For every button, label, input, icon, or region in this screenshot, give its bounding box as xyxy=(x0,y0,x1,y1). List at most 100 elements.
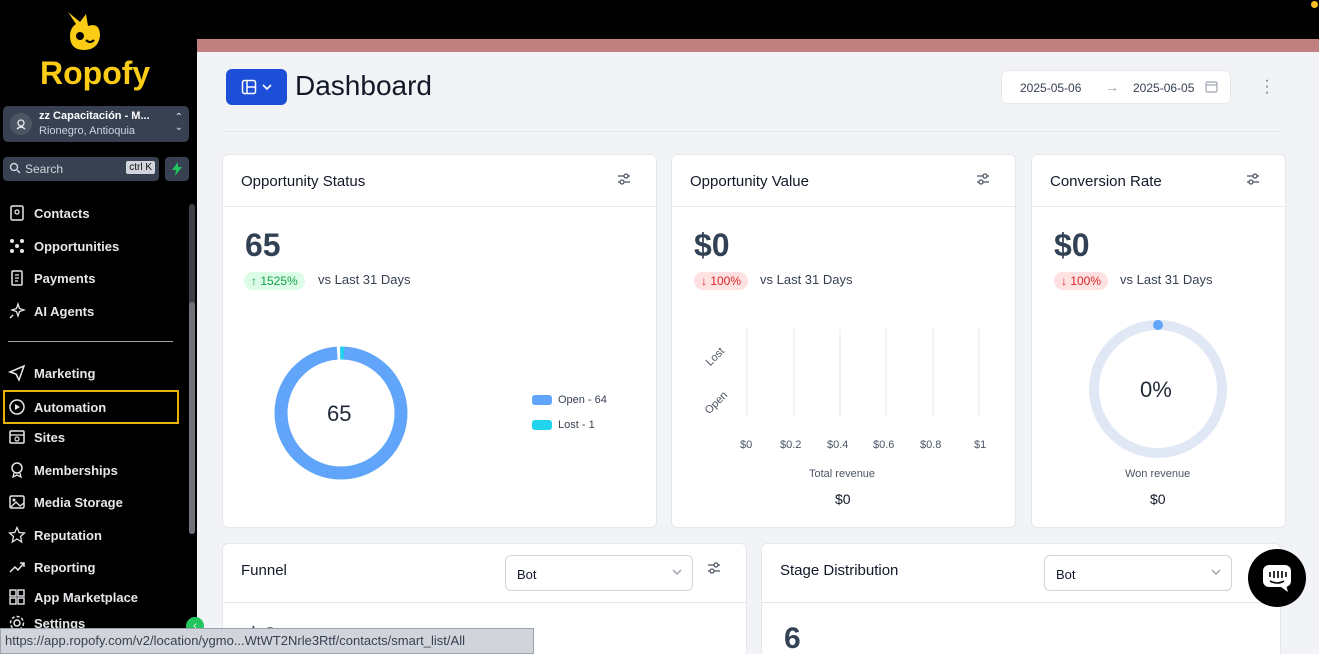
search-input[interactable]: Search ctrl K xyxy=(3,157,159,181)
sidebar-item-app-marketplace[interactable]: App Marketplace xyxy=(8,587,138,607)
card-title: Opportunity Value xyxy=(690,173,809,190)
sidebar-item-contacts[interactable]: Contacts xyxy=(8,201,90,225)
change-badge: ↑ 1525% xyxy=(244,272,305,290)
image-icon xyxy=(9,495,25,509)
location-switcher[interactable]: zz Capacitación - M... Rionegro, Antioqu… xyxy=(3,106,189,142)
lightning-icon xyxy=(172,162,182,176)
sidebar-label-media-storage: Media Storage xyxy=(34,494,123,510)
chart-caption: Total revenue xyxy=(809,468,876,480)
sidebar-label-contacts: Contacts xyxy=(34,205,90,221)
card-title: Opportunity Status xyxy=(241,173,366,190)
sidebar-scrollbar[interactable] xyxy=(189,204,195,534)
sidebar-item-automation[interactable]: Automation xyxy=(3,390,179,424)
date-to: 2025-06-05 xyxy=(1133,81,1195,95)
opportunity-value-card: Opportunity Value $0 ↓ 100% vs Last 31 D… xyxy=(671,154,1016,528)
sidebar-label-reputation: Reputation xyxy=(34,527,102,543)
filter-icon[interactable] xyxy=(1246,172,1260,186)
legend-item-lost[interactable]: Lost - 1 xyxy=(532,419,595,431)
avatar[interactable]: MN xyxy=(0,38,1319,52)
status-bar-url: https://app.ropofy.com/v2/location/ygmo.… xyxy=(0,628,534,654)
opportunity-count: 65 xyxy=(245,227,281,263)
sparkle-icon xyxy=(9,302,26,319)
arrow-right-icon: → xyxy=(1105,79,1119,95)
filter-icon[interactable] xyxy=(976,172,990,186)
header-divider xyxy=(224,131,1280,132)
chevron-down-icon xyxy=(261,84,272,91)
change-badge: ↓ 100% xyxy=(694,272,749,290)
gauge-value: 0% xyxy=(1140,377,1172,402)
sidebar-item-marketing[interactable]: Marketing xyxy=(8,361,95,385)
calendar-icon xyxy=(1205,81,1218,93)
chevron-down-icon xyxy=(672,569,682,575)
comparison-text: vs Last 31 Days xyxy=(1120,272,1213,287)
x-tick: $0.4 xyxy=(827,439,849,451)
funnel-pipeline-select[interactable]: Bot xyxy=(505,555,693,591)
layout-switcher-button[interactable] xyxy=(226,69,287,105)
ropofy-logo[interactable]: Ropofy xyxy=(38,8,156,92)
comparison-text: vs Last 31 Days xyxy=(318,272,411,287)
legend-item-open[interactable]: Open - 64 xyxy=(532,394,607,406)
sidebar-label-payments: Payments xyxy=(34,270,96,286)
sidebar-item-memberships[interactable]: Memberships xyxy=(8,458,118,482)
y-label-open: Open xyxy=(702,389,731,417)
comparison-text: vs Last 31 Days xyxy=(760,272,853,287)
card-title: Funnel xyxy=(241,562,287,579)
automation-icon xyxy=(9,399,25,415)
grid-icon xyxy=(9,589,25,605)
conversion-rate-card: Conversion Rate $0 ↓ 100% vs Last 31 Day… xyxy=(1031,154,1286,528)
top-bar xyxy=(197,0,1319,39)
sidebar-item-opportunities[interactable]: Opportunities xyxy=(8,234,119,258)
sidebar-item-payments[interactable]: Payments xyxy=(8,266,95,290)
chevron-updown-icon: ⌃ ⌄ xyxy=(174,112,183,133)
x-tick: $0.6 xyxy=(873,439,895,451)
sidebar-item-ai-agents[interactable]: AI Agents xyxy=(8,299,94,323)
memberships-icon xyxy=(11,462,23,479)
search-shortcut: ctrl K xyxy=(126,161,155,174)
x-tick: $0.8 xyxy=(920,439,942,451)
sidebar-item-sites[interactable]: Sites xyxy=(8,425,65,449)
location-sub: Rionegro, Antioquia xyxy=(39,125,136,137)
card-title: Conversion Rate xyxy=(1050,173,1162,190)
opportunity-value: $0 xyxy=(694,227,730,263)
search-placeholder: Search xyxy=(25,162,64,176)
trend-up-icon xyxy=(9,562,25,573)
layout-icon xyxy=(241,79,256,95)
sidebar: Ropofy zz Capacitación - M... Rionegro, … xyxy=(0,0,197,654)
quick-action-button[interactable] xyxy=(165,157,189,181)
chat-widget-button[interactable] xyxy=(1248,549,1306,607)
sidebar-item-reporting[interactable]: Reporting xyxy=(8,555,95,579)
sidebar-scrollbar-thumb[interactable] xyxy=(189,302,195,534)
sidebar-label-automation: Automation xyxy=(34,399,107,415)
page-title: Dashboard xyxy=(295,70,432,101)
sidebar-item-reputation[interactable]: Reputation xyxy=(8,523,102,547)
won-revenue: $0 xyxy=(1150,491,1166,507)
search-icon xyxy=(9,162,21,174)
gauge-indicator xyxy=(1153,320,1163,330)
total-revenue: $0 xyxy=(835,491,851,507)
sites-icon xyxy=(9,430,25,444)
star-icon xyxy=(8,526,26,544)
conversion-value: $0 xyxy=(1054,227,1090,263)
date-range-picker[interactable]: 2025-05-06 → 2025-06-05 xyxy=(1001,70,1231,104)
sidebar-label-app-marketplace: App Marketplace xyxy=(34,589,139,605)
payments-icon xyxy=(11,270,23,286)
filter-icon[interactable] xyxy=(707,561,721,575)
date-from: 2025-05-06 xyxy=(1020,81,1082,95)
location-name: zz Capacitación - M... xyxy=(39,110,150,122)
more-options-button[interactable]: · · · xyxy=(1263,73,1271,101)
notification-dot xyxy=(1311,1,1318,8)
stage-pipeline-select[interactable]: Bot xyxy=(1044,555,1232,591)
sidebar-label-sites: Sites xyxy=(34,429,66,445)
card-title: Stage Distribution xyxy=(780,562,899,579)
change-badge: ↓ 100% xyxy=(1054,272,1109,290)
sidebar-label-reporting: Reporting xyxy=(34,559,96,575)
gauge-caption: Won revenue xyxy=(1125,468,1191,480)
sidebar-label-memberships: Memberships xyxy=(34,462,118,478)
send-icon xyxy=(8,364,26,382)
contacts-icon xyxy=(10,205,24,221)
revenue-bar-chart-grid xyxy=(746,329,980,417)
sidebar-item-media-storage[interactable]: Media Storage xyxy=(8,490,123,514)
location-icon xyxy=(10,113,32,135)
sidebar-label-opportunities: Opportunities xyxy=(34,238,120,254)
filter-icon[interactable] xyxy=(617,172,631,186)
